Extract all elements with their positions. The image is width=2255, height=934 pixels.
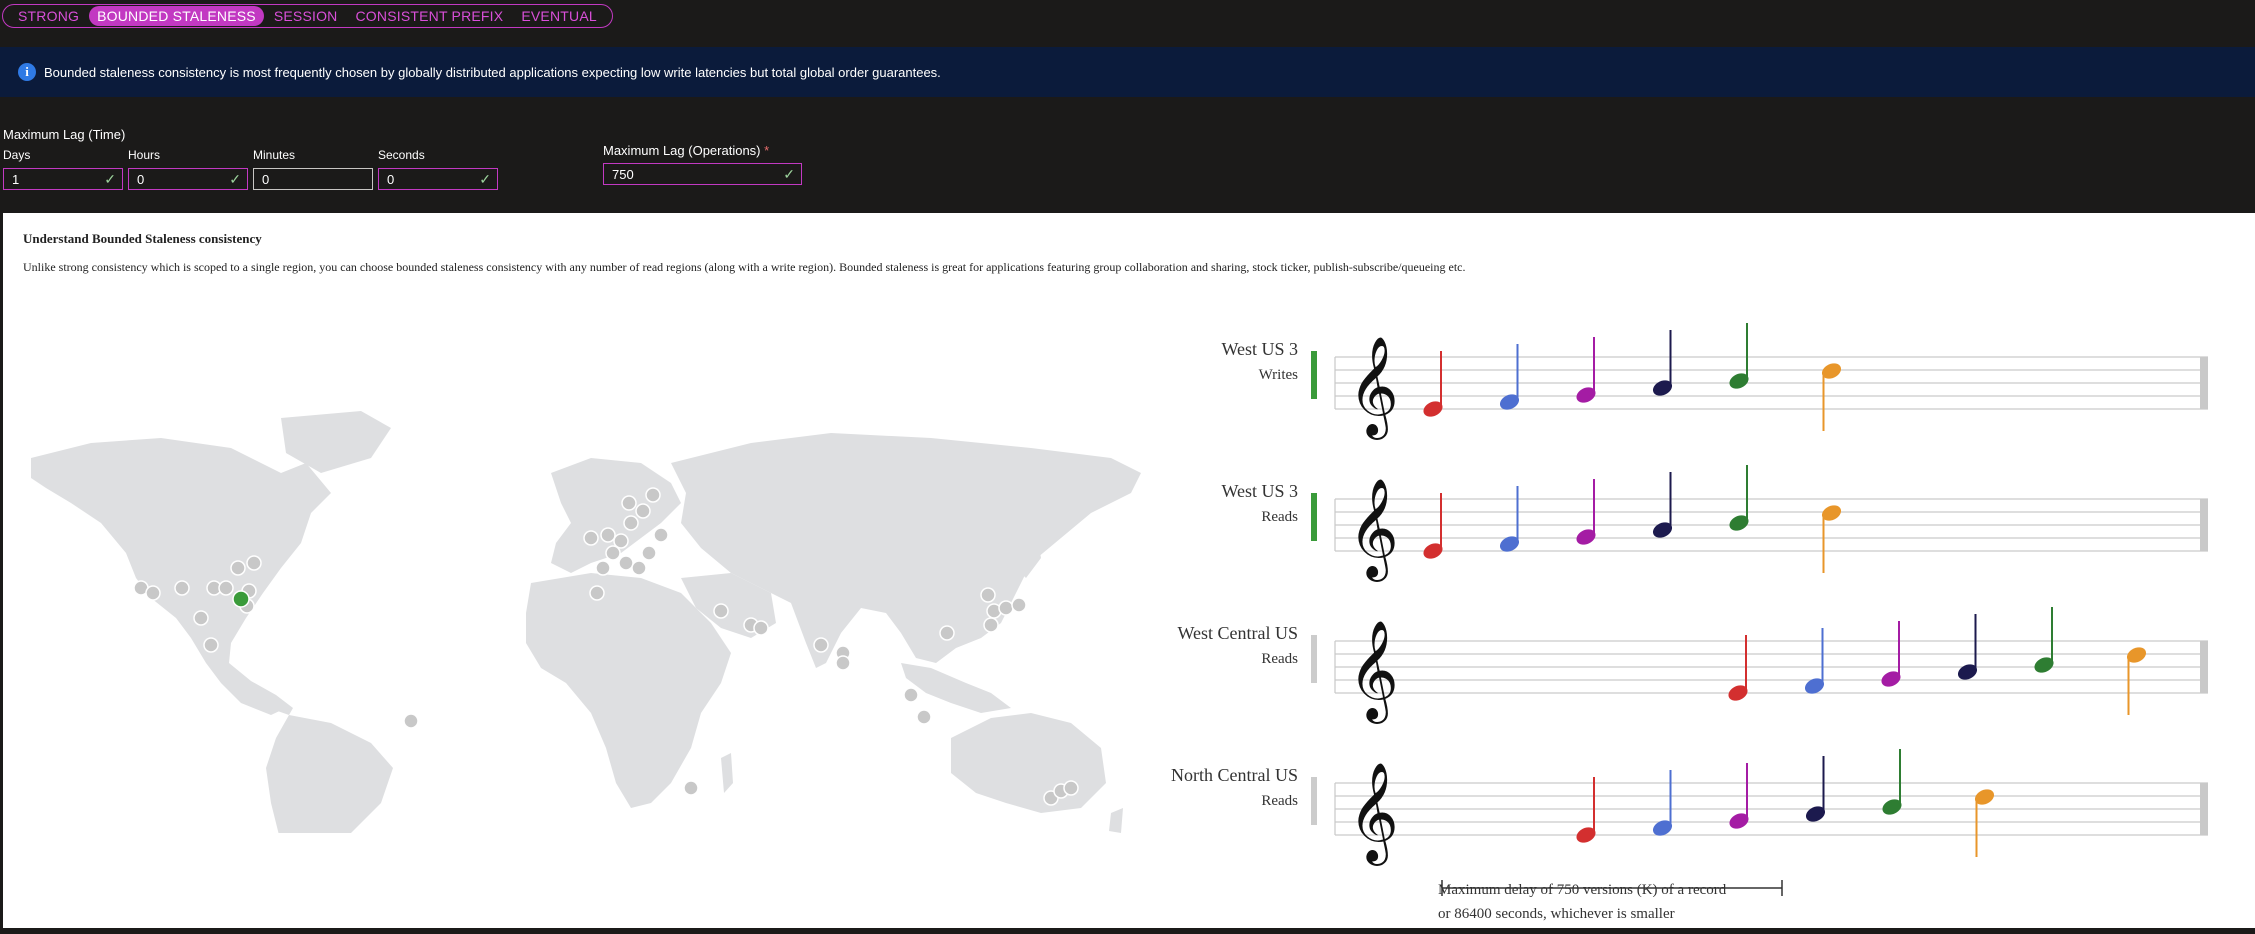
explanation-panel: Understand Bounded Staleness consistency… xyxy=(3,213,2244,928)
staff-role-label: Reads xyxy=(1261,793,1298,809)
explanation-description: Unlike strong consistency which is scope… xyxy=(23,260,1466,274)
lag-caption: Maximum delay of 750 versions (K) of a r… xyxy=(1438,878,1726,926)
treble-clef-icon: 𝄞 xyxy=(1348,478,1399,582)
region-marker-bar xyxy=(1311,351,1317,399)
minutes-input[interactable] xyxy=(254,171,372,187)
max-lag-ops-field[interactable]: ✓ xyxy=(603,163,802,185)
staff-role-label: Reads xyxy=(1261,509,1298,525)
max-lag-ops-label-text: Maximum Lag (Operations) xyxy=(603,143,761,158)
staff-end-bar xyxy=(2200,499,2208,551)
region-marker-bar xyxy=(1311,635,1317,683)
staff-role-label: Reads xyxy=(1261,651,1298,667)
check-icon: ✓ xyxy=(229,171,241,187)
days-label: Days xyxy=(3,148,31,162)
staff-region-label: North Central US xyxy=(1171,765,1298,785)
max-lag-time-title: Maximum Lag (Time) xyxy=(3,127,126,142)
lag-caption-line2: or 86400 seconds, whichever is smaller xyxy=(1438,906,1675,922)
info-banner: i Bounded staleness consistency is most … xyxy=(0,47,2255,97)
staff-region-label: West Central US xyxy=(1177,623,1298,643)
minutes-field[interactable] xyxy=(253,168,373,190)
required-mark: * xyxy=(764,143,770,158)
treble-clef-icon: 𝄞 xyxy=(1348,336,1399,440)
max-lag-ops-label: Maximum Lag (Operations) * xyxy=(603,143,769,158)
check-icon: ✓ xyxy=(783,166,795,182)
tab-eventual[interactable]: EVENTUAL xyxy=(513,6,605,26)
seconds-field[interactable]: ✓ xyxy=(378,168,498,190)
staff-end-bar xyxy=(2200,357,2208,409)
hours-label: Hours xyxy=(128,148,161,162)
bottom-bar xyxy=(0,928,2255,934)
consistency-level-tabs: STRONG BOUNDED STALENESS SESSION CONSIST… xyxy=(2,4,613,28)
staleness-staves: West US 3 Writes 𝄞 West US 3 Reads 𝄞 West Cent… xyxy=(1171,323,2208,896)
check-icon: ✓ xyxy=(479,171,491,187)
write-region-dot xyxy=(232,590,250,608)
world-map xyxy=(31,411,1141,833)
check-icon: ✓ xyxy=(104,171,116,187)
hours-field[interactable]: ✓ xyxy=(128,168,248,190)
staff-role-label: Writes xyxy=(1259,367,1299,383)
seconds-label: Seconds xyxy=(378,148,425,162)
tab-session[interactable]: SESSION xyxy=(266,6,346,26)
staff-region-label: West US 3 xyxy=(1221,481,1298,501)
region-marker-bar xyxy=(1311,493,1317,541)
tab-strong[interactable]: STRONG xyxy=(10,6,87,26)
minutes-label: Minutes xyxy=(253,148,296,162)
staff-end-bar xyxy=(2200,783,2208,835)
explanation-title: Understand Bounded Staleness consistency xyxy=(23,231,262,246)
days-field[interactable]: ✓ xyxy=(3,168,123,190)
scrollbar[interactable] xyxy=(2244,213,2255,928)
region-marker-bar xyxy=(1311,777,1317,825)
info-icon: i xyxy=(18,63,36,81)
info-banner-text: Bounded staleness consistency is most fr… xyxy=(44,64,941,80)
tab-bounded-staleness[interactable]: BOUNDED STALENESS xyxy=(89,6,264,26)
treble-clef-icon: 𝄞 xyxy=(1348,620,1399,724)
lag-caption-line1: Maximum delay of 750 versions (K) of a r… xyxy=(1438,882,1727,898)
treble-clef-icon: 𝄞 xyxy=(1348,762,1399,866)
staff-end-bar xyxy=(2200,641,2208,693)
staff-region-label: West US 3 xyxy=(1221,339,1298,359)
max-lag-ops-input[interactable] xyxy=(604,166,801,182)
tab-consistent-prefix[interactable]: CONSISTENT PREFIX xyxy=(347,6,511,26)
